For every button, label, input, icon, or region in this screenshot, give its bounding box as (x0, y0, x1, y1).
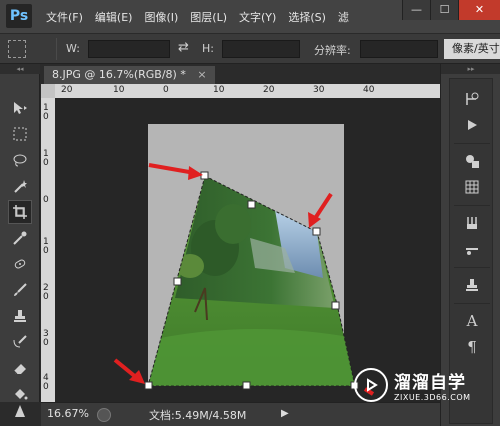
ruler-v-label: 10 (43, 149, 49, 168)
menu-bar: Ps 文件(F) 编辑(E) 图像(I) 图层(L) 文字(Y) 选择(S) 滤… (0, 0, 500, 34)
tab-close-icon[interactable]: × (197, 68, 206, 81)
watermark-play-icon (354, 368, 388, 402)
document-info[interactable]: 文档:5.49M/4.58M (149, 407, 246, 423)
height-label: H: (202, 42, 214, 55)
clone-source-icon[interactable] (462, 275, 482, 295)
window-controls: — ☐ ✕ (402, 0, 500, 20)
healing-brush-tool-icon[interactable] (8, 252, 32, 276)
panel-separator (454, 267, 490, 268)
resolution-field[interactable] (360, 40, 438, 58)
color-panel-icon[interactable] (462, 151, 482, 171)
brush-presets-icon[interactable] (462, 239, 482, 259)
ruler-h-label: 0 (163, 85, 169, 95)
horizontal-ruler[interactable]: 20 10 0 10 20 30 40 (55, 84, 440, 98)
ruler-origin[interactable] (41, 84, 55, 98)
ruler-v-label: 30 (43, 329, 49, 348)
width-field[interactable] (88, 40, 170, 58)
options-bar: W: ⇄ H: 分辨率: 像素/英寸 (0, 34, 500, 64)
brush-panel-icon[interactable] (462, 213, 482, 233)
document-tab-title: 8.JPG @ 16.7%(RGB/8) * (52, 68, 186, 81)
marquee-tool-icon[interactable] (8, 122, 32, 146)
swatches-panel-icon[interactable] (462, 177, 482, 197)
ruler-h-label: 10 (213, 85, 225, 95)
clone-stamp-tool-icon[interactable] (8, 304, 32, 328)
crop-handle-top-right[interactable] (312, 227, 321, 236)
brush-tool-icon[interactable] (8, 278, 32, 302)
watermark-title: 溜溜自学 (394, 373, 466, 393)
resolution-unit-dropdown[interactable]: 像素/英寸 (444, 39, 500, 59)
canvas-pasteboard[interactable] (55, 98, 440, 402)
ruler-v-label: 10 (43, 237, 49, 256)
eyedropper-tool-icon[interactable] (8, 226, 32, 250)
height-field[interactable] (222, 40, 300, 58)
main-menu: 文件(F) 编辑(E) 图像(I) 图层(L) 文字(Y) 选择(S) 滤 (46, 0, 361, 34)
paragraph-panel-icon[interactable]: ¶ (462, 337, 482, 357)
magic-wand-tool-icon[interactable] (8, 174, 32, 198)
blur-tool-icon[interactable] (8, 400, 32, 424)
ruler-h-label: 10 (113, 85, 125, 95)
right-panel-grip[interactable]: ▸▸ (441, 64, 500, 74)
ruler-h-label: 20 (263, 85, 275, 95)
menu-layer[interactable]: 图层(L) (190, 9, 227, 25)
width-label: W: (66, 42, 80, 55)
crop-handle-bottom-left[interactable] (144, 381, 153, 390)
zoom-level[interactable]: 16.67% (47, 407, 89, 420)
perspective-crop-preset-icon[interactable] (8, 40, 26, 58)
lasso-tool-icon[interactable] (8, 148, 32, 172)
tools-panel: ◂◂ (0, 64, 40, 402)
watermark-url: ZIXUE.3D66.COM (394, 393, 471, 402)
document-tab[interactable]: 8.JPG @ 16.7%(RGB/8) * × (44, 66, 215, 84)
menu-file[interactable]: 文件(F) (46, 9, 83, 25)
move-tool-icon[interactable] (8, 96, 32, 120)
swap-arrows-icon[interactable]: ⇄ (178, 40, 189, 55)
panel-separator (454, 303, 490, 304)
minimize-button[interactable]: — (402, 0, 430, 20)
ruler-h-label: 30 (313, 85, 325, 95)
watermark: 溜溜自学 ZIXUE.3D66.COM (354, 362, 494, 408)
crop-handle-bottom[interactable] (242, 381, 251, 390)
menu-type[interactable]: 文字(Y) (239, 9, 276, 25)
character-panel-icon[interactable]: A (462, 311, 482, 331)
ruler-v-label: 10 (43, 103, 49, 122)
status-menu-arrow-icon[interactable]: ▶ (281, 408, 289, 419)
document-canvas[interactable] (55, 98, 440, 402)
menu-image[interactable]: 图像(I) (144, 9, 178, 25)
close-button[interactable]: ✕ (458, 0, 500, 20)
panel-separator (454, 205, 490, 206)
ruler-h-label: 40 (363, 85, 375, 95)
history-panel-icon[interactable] (462, 89, 482, 109)
panel-separator (454, 143, 490, 144)
menu-filter[interactable]: 滤 (338, 9, 349, 25)
vertical-ruler[interactable]: 10 10 0 10 20 30 40 (41, 98, 55, 402)
maximize-button[interactable]: ☐ (430, 0, 458, 20)
ruler-h-label: 20 (61, 85, 73, 95)
crop-handle-left[interactable] (173, 277, 182, 286)
menu-edit[interactable]: 编辑(E) (95, 9, 133, 25)
perspective-crop-tool-icon[interactable] (8, 200, 32, 224)
document-area: 8.JPG @ 16.7%(RGB/8) * × 20 10 0 10 20 3… (41, 64, 440, 402)
red-arrow-bottom-left-icon (113, 358, 145, 384)
photoshop-logo: Ps (6, 4, 32, 28)
crop-handle-top[interactable] (247, 200, 256, 209)
ruler-v-label: 40 (43, 373, 49, 392)
ruler-v-label: 20 (43, 283, 49, 302)
menu-select[interactable]: 选择(S) (288, 9, 326, 25)
crop-handle-top-left[interactable] (200, 171, 209, 180)
actions-play-icon[interactable] (462, 115, 482, 135)
resolution-label: 分辨率: (314, 44, 351, 57)
panel-collapse-grip[interactable]: ◂◂ (0, 64, 40, 74)
crop-handle-right[interactable] (331, 301, 340, 310)
history-brush-tool-icon[interactable] (8, 330, 32, 354)
document-tab-bar: 8.JPG @ 16.7%(RGB/8) * × (41, 64, 440, 84)
doc-status-icon[interactable] (97, 408, 111, 422)
options-separator (56, 38, 57, 60)
ruler-v-label: 0 (43, 195, 49, 205)
eraser-tool-icon[interactable] (8, 356, 32, 380)
